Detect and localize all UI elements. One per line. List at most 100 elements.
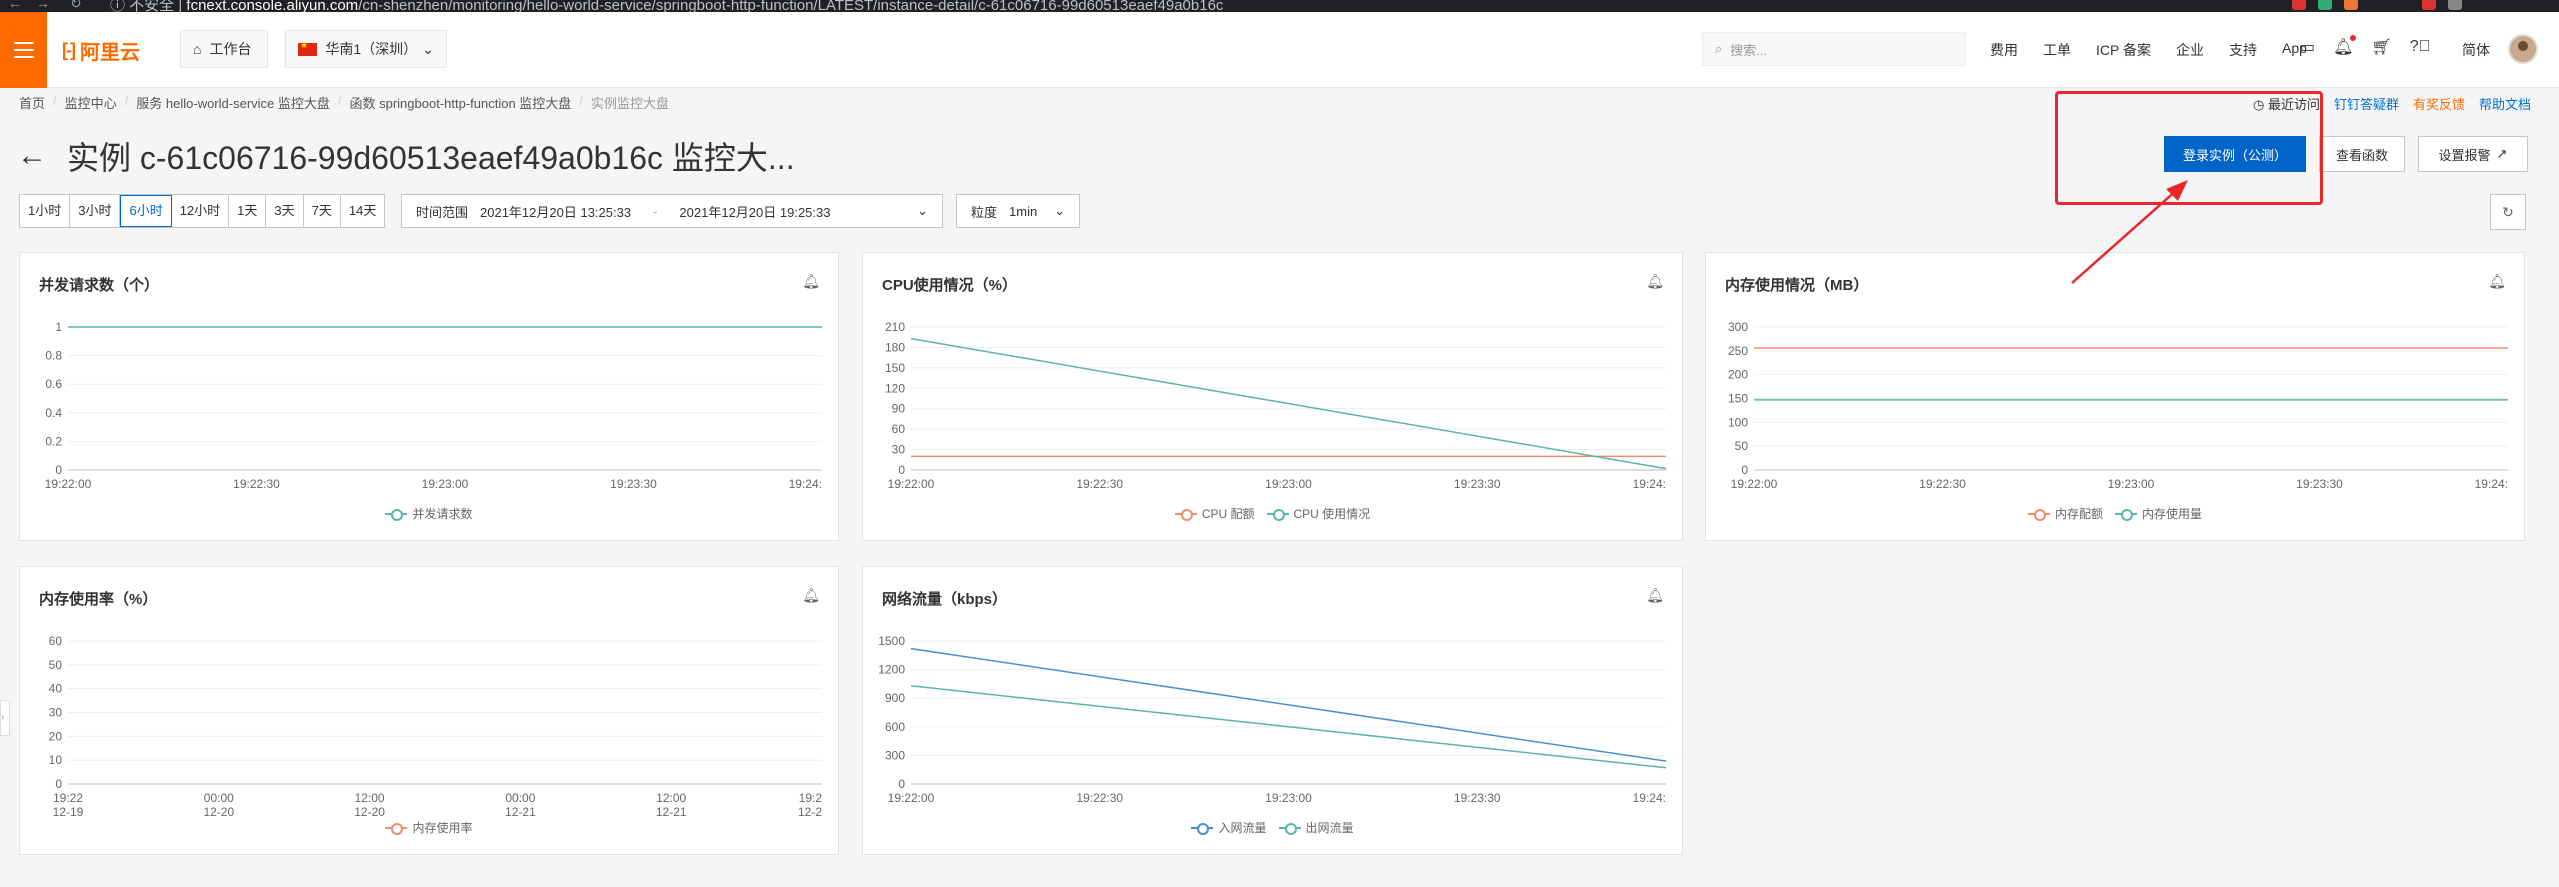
- set-alarm-label: 设置报警: [2438, 147, 2491, 163]
- x-tick-label: 19:23:00: [2108, 477, 2155, 491]
- legend-item[interactable]: 并发请求数: [385, 505, 473, 522]
- time-range-picker[interactable]: 时间范围 2021年12月20日 13:25:33 - 2021年12月20日 …: [401, 194, 943, 228]
- x-tick-label: 12:00: [656, 791, 686, 805]
- y-tick-label: 50: [1735, 439, 1749, 453]
- x-tick-label: 19:24:: [789, 477, 822, 491]
- menu-icon[interactable]: [0, 12, 47, 88]
- side-expand-handle[interactable]: ›: [0, 700, 10, 736]
- breadcrumb-function[interactable]: 函数 springboot-http-function 监控大盘: [350, 93, 572, 112]
- breadcrumb-monitoring[interactable]: 监控中心: [65, 93, 117, 112]
- x-tick-label: 19:22:00: [888, 477, 935, 491]
- bell-icon[interactable]: 🔔︎: [2333, 35, 2357, 57]
- x-tick-label: 19:2: [799, 791, 823, 805]
- back-nav-icon[interactable]: ←: [8, 0, 22, 11]
- search-input[interactable]: ⌕ 搜索...: [1702, 32, 1966, 66]
- search-icon: ⌕: [1715, 41, 1723, 56]
- forward-nav-icon[interactable]: →: [36, 0, 50, 11]
- top-link-tickets[interactable]: 工单: [2043, 40, 2071, 60]
- y-tick-label: 210: [885, 320, 905, 334]
- legend-item[interactable]: 出网流量: [1278, 819, 1354, 836]
- reload-icon[interactable]: ↻: [70, 0, 82, 12]
- time-range-tab[interactable]: 3小时: [70, 195, 121, 227]
- legend-item[interactable]: 内存使用量: [2115, 505, 2202, 522]
- y-tick-label: 150: [885, 361, 905, 375]
- granularity-select[interactable]: 粒度 1min ⌄: [956, 194, 1080, 228]
- legend-item[interactable]: CPU 配额: [1174, 505, 1255, 522]
- terminal-icon[interactable]: ▭: [2300, 37, 2315, 57]
- time-range-tab[interactable]: 14天: [341, 195, 384, 227]
- top-link-icp[interactable]: ICP 备案: [2096, 40, 2151, 60]
- chevron-down-icon: ⌄: [1054, 203, 1065, 218]
- y-tick-label: 0.4: [45, 406, 62, 420]
- breadcrumb-service[interactable]: 服务 hello-world-service 监控大盘: [136, 93, 330, 112]
- logo-text: 阿里云: [79, 42, 140, 64]
- refresh-icon[interactable]: ↻: [2490, 194, 2526, 230]
- legend-item[interactable]: 内存配额: [2027, 505, 2103, 522]
- back-arrow-icon[interactable]: ←: [17, 139, 47, 173]
- y-tick-label: 1500: [878, 634, 905, 648]
- chart-card-memory: 内存使用情况（MB） 🔔︎ 300 250 200 150 100 50 0 19:22:00…: [1705, 252, 2525, 541]
- top-link-enterprise[interactable]: 企业: [2176, 40, 2204, 60]
- y-tick-label: 300: [1728, 320, 1748, 334]
- help-icon[interactable]: ?⃝: [2410, 38, 2431, 56]
- y-tick-label: 20: [49, 729, 63, 743]
- region-selector[interactable]: 华南1（深圳） ⌄: [285, 30, 447, 68]
- x-tick-label: 19:22:00: [1731, 477, 1778, 491]
- y-tick-label: 0.6: [45, 377, 62, 391]
- page-header: ← 实例 c-61c06716-99d60513eaef49a0b16c 监控大…: [17, 133, 795, 179]
- top-link-support[interactable]: 支持: [2229, 40, 2257, 60]
- workbench-label: 工作台: [209, 41, 252, 57]
- time-range-tab[interactable]: 3天: [266, 195, 304, 227]
- extension-icon[interactable]: [2422, 0, 2436, 10]
- top-link-billing[interactable]: 费用: [1990, 40, 2018, 60]
- time-range-tab[interactable]: 6小时: [120, 195, 172, 227]
- legend-item[interactable]: 入网流量: [1191, 819, 1267, 836]
- legend-item[interactable]: CPU 使用情况: [1266, 505, 1371, 522]
- granularity-label: 粒度: [971, 204, 998, 220]
- legend-label: 出网流量: [1305, 821, 1354, 835]
- chart-legend: 并发请求数: [20, 505, 838, 522]
- y-tick-label: 60: [892, 422, 906, 436]
- extension-icon[interactable]: [2344, 0, 2358, 10]
- legend-item[interactable]: 内存使用率: [385, 819, 473, 836]
- extension-icon[interactable]: [2318, 0, 2332, 10]
- help-docs-link[interactable]: 帮助文档: [2479, 94, 2531, 113]
- legend-marker-icon: [385, 822, 408, 835]
- extension-icon[interactable]: [2292, 0, 2306, 10]
- x-tick-label: 00:00: [204, 791, 234, 805]
- y-tick-label: 0.2: [45, 434, 62, 448]
- top-navigation: [-] 阿里云 ⌂ 工作台 华南1（深圳） ⌄ ⌕ 搜索... 费用 工单 IC…: [0, 12, 2559, 88]
- y-tick-label: 90: [892, 402, 906, 416]
- cart-icon[interactable]: 🛒︎: [2371, 37, 2391, 57]
- x-tick-label: 19:22:30: [1076, 477, 1123, 491]
- y-tick-label: 0: [55, 463, 62, 477]
- x-tick-label: 19:24:: [2475, 477, 2508, 491]
- dingtalk-link[interactable]: 钉钉答疑群: [2334, 94, 2399, 113]
- set-alarm-button[interactable]: 设置报警 ↗: [2418, 136, 2528, 172]
- avatar[interactable]: [2508, 34, 2538, 64]
- time-range-tab[interactable]: 7天: [304, 195, 341, 227]
- y-tick-label: 0: [898, 463, 905, 477]
- feedback-link[interactable]: 有奖反馈: [2413, 94, 2465, 113]
- workbench-button[interactable]: ⌂ 工作台: [180, 30, 268, 68]
- x-tick-label: 19:24:: [1633, 791, 1666, 805]
- view-function-button[interactable]: 查看函数: [2319, 136, 2405, 172]
- time-range-tabs: 1小时 3小时 6小时 12小时 1天 3天 7天 14天: [19, 194, 386, 228]
- legend-label: CPU 使用情况: [1293, 507, 1371, 521]
- y-tick-label: 1200: [878, 663, 905, 677]
- address-domain: fcnext.console.aliyun.com: [186, 0, 359, 12]
- breadcrumb-home[interactable]: 首页: [19, 93, 45, 112]
- y-tick-label: 100: [1728, 415, 1748, 429]
- chevron-down-icon: ⌄: [917, 203, 928, 218]
- aliyun-logo[interactable]: [-] 阿里云: [62, 36, 140, 65]
- annotation-arrow: [2071, 180, 2188, 284]
- legend-marker-icon: [1191, 822, 1214, 835]
- time-range-tab[interactable]: 1天: [229, 195, 267, 227]
- language-switch[interactable]: 简体: [2462, 40, 2490, 60]
- region-label: 华南1（深圳）: [325, 41, 418, 57]
- time-range-tab[interactable]: 12小时: [172, 195, 230, 227]
- time-range-tab[interactable]: 1小时: [20, 195, 71, 227]
- y-tick-label: 60: [49, 634, 63, 648]
- address-bar[interactable]: ⓘ 不安全 | fcnext.console.aliyun.com/cn-she…: [110, 0, 1223, 12]
- extension-icon[interactable]: [2448, 0, 2462, 10]
